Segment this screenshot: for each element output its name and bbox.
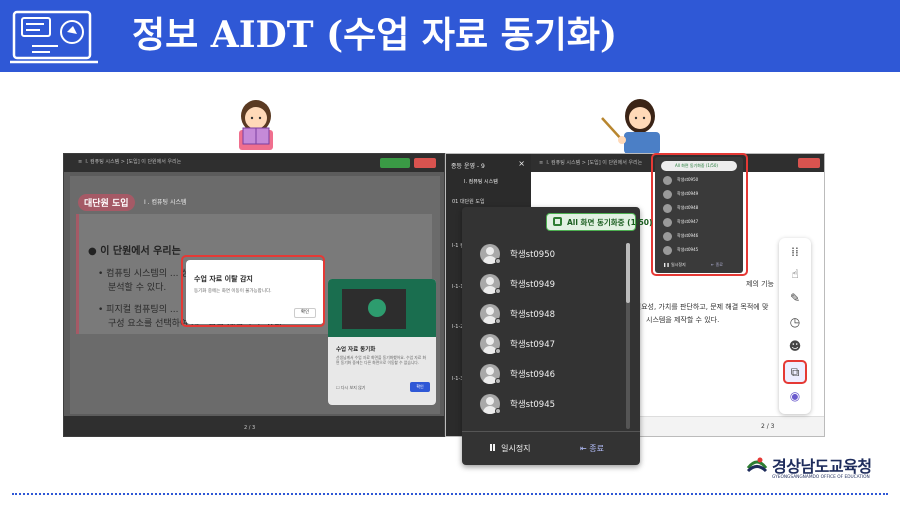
highlight-box <box>181 255 325 327</box>
status-dot <box>495 378 501 384</box>
pause-label: 일시정지 <box>501 444 531 453</box>
status-dot <box>495 258 501 264</box>
end-label: 종료 <box>589 444 604 453</box>
end-button[interactable]: ⇤ 종료 <box>580 443 604 454</box>
status-dot <box>495 408 501 414</box>
unit-tag: 대단원 도입 <box>78 194 135 211</box>
student-name: 학생st0946 <box>510 370 556 380</box>
student-name: 학생st0950 <box>510 250 556 260</box>
sync-screen-icon[interactable]: ⧉ <box>783 360 807 384</box>
apps-icon[interactable]: ⁞⁞ <box>785 242 805 262</box>
header-bar: 정보 AIDT (수업 자료 동기화) <box>0 0 900 72</box>
list-footer: 일시정지 ⇤ 종료 <box>462 431 640 465</box>
student-name: 학생st0949 <box>510 280 556 290</box>
bottom-bar: 2 / 3 <box>64 416 444 436</box>
timer-icon[interactable]: ◷ <box>785 312 805 332</box>
sidebar-unit: I. 컴퓨팅 시스템 <box>464 179 498 185</box>
ai-icon[interactable]: ◉ <box>785 386 805 406</box>
list-item[interactable]: 학생st0945 <box>480 393 620 419</box>
student-reading-illustration <box>239 100 273 150</box>
scrollbar[interactable] <box>626 243 630 429</box>
bullet-text: 분석할 수 있다. <box>108 283 167 293</box>
list-item[interactable]: 학생st0946 <box>480 363 620 389</box>
body-text: 과 필요성, 가치를 판단하고, 문제 해결 목적에 맞 <box>626 303 769 311</box>
sidebar-item[interactable]: 01 대단원 도입 <box>452 198 485 205</box>
bullet-text: • 피지컬 컴퓨팅의 ... <box>98 305 179 315</box>
sync-screen-icon <box>553 217 562 226</box>
status-dot <box>495 288 501 294</box>
student-sync-list: All 화면 동기화중 (1/50) 학생st0950 학생st0949 학생s… <box>462 207 652 465</box>
highlight-box <box>651 153 748 276</box>
monitor-chat-icon <box>10 10 98 64</box>
student-name: 학생st0945 <box>510 400 556 410</box>
sync-desc: 선생님께서 수업 자료 화면을 동기화했어요. 수업 자료 화면 동기화 중에는… <box>336 355 426 365</box>
student-name: 학생st0947 <box>510 340 556 350</box>
checkbox-label: 다시 보지 않기 <box>340 385 366 390</box>
close-icon[interactable]: × <box>518 159 525 168</box>
sync-ok-button[interactable]: 확인 <box>410 382 430 392</box>
pen-icon[interactable]: ✎ <box>785 288 805 308</box>
status-dot <box>495 318 501 324</box>
logo-text: 경상남도교육청 <box>772 457 872 476</box>
office-emblem-icon <box>746 457 768 473</box>
office-logo: 경상남도교육청 GYEONGSANGNAMDO OFFICE OF EDUCAT… <box>746 453 896 487</box>
sync-title: 수업 자료 동기화 <box>336 347 376 353</box>
divider <box>12 493 888 495</box>
list-item[interactable]: 학생st0947 <box>480 333 620 359</box>
exit-button[interactable] <box>414 158 436 168</box>
breadcrumb: ≡ I. 컴퓨팅 시스템 > [도입] 이 단원에서 우리는 <box>78 159 182 165</box>
unit-subtitle: I . 컴퓨팅 시스템 <box>144 199 187 206</box>
status-badge <box>380 158 410 168</box>
page-indicator: 2 / 3 <box>244 425 256 431</box>
sync-status-text: All 화면 동기화중 (1/50) <box>567 218 653 227</box>
sidebar-title: 종등 운영 - 9 <box>451 163 485 170</box>
logo-subtext: GYEONGSANGNAMDO OFFICE OF EDUCATION <box>772 475 870 480</box>
list-item[interactable]: 학생st0949 <box>480 273 620 299</box>
body-text: 제의 기능 <box>746 280 774 288</box>
section-title: ● 이 단원에서 우리는 <box>88 246 181 257</box>
breadcrumb: ≡ I. 컴퓨팅 시스템 > [도입] 이 단원에서 우리는 <box>539 160 643 166</box>
page-title: 정보 AIDT (수업 자료 동기화) <box>132 14 618 56</box>
group-icon[interactable]: ☻ <box>785 336 805 356</box>
body-text: 시스템을 제작할 수 있다. <box>646 316 720 324</box>
teacher-toolbar: ⁞⁞ ☝ ✎ ◷ ☻ ⧉ ◉ <box>779 238 811 414</box>
sync-preview-image <box>328 279 436 337</box>
sync-icon <box>368 299 386 317</box>
sync-status-pill: All 화면 동기화중 (1/50) <box>546 213 652 231</box>
exit-button[interactable] <box>798 158 820 168</box>
student-name: 학생st0948 <box>510 310 556 320</box>
list-item[interactable]: 학생st0948 <box>480 303 620 329</box>
scrollbar-thumb[interactable] <box>626 243 630 303</box>
sync-notice-panel: 수업 자료 동기화 선생님께서 수업 자료 화면을 동기화했어요. 수업 자료 … <box>328 279 436 405</box>
status-dot <box>495 348 501 354</box>
pause-button[interactable]: 일시정지 <box>490 443 531 454</box>
student-screen-screenshot: ≡ I. 컴퓨팅 시스템 > [도입] 이 단원에서 우리는 대단원 도입 I … <box>63 153 445 437</box>
dont-show-checkbox[interactable]: ☐ 다시 보지 않기 <box>336 385 365 391</box>
pointer-icon[interactable]: ☝ <box>785 264 805 284</box>
teacher-pointing-illustration <box>601 99 660 154</box>
page-indicator: 2 / 3 <box>761 423 775 430</box>
top-bar: ≡ I. 컴퓨팅 시스템 > [도입] 이 단원에서 우리는 <box>64 154 444 172</box>
list-item[interactable]: 학생st0950 <box>480 243 620 269</box>
